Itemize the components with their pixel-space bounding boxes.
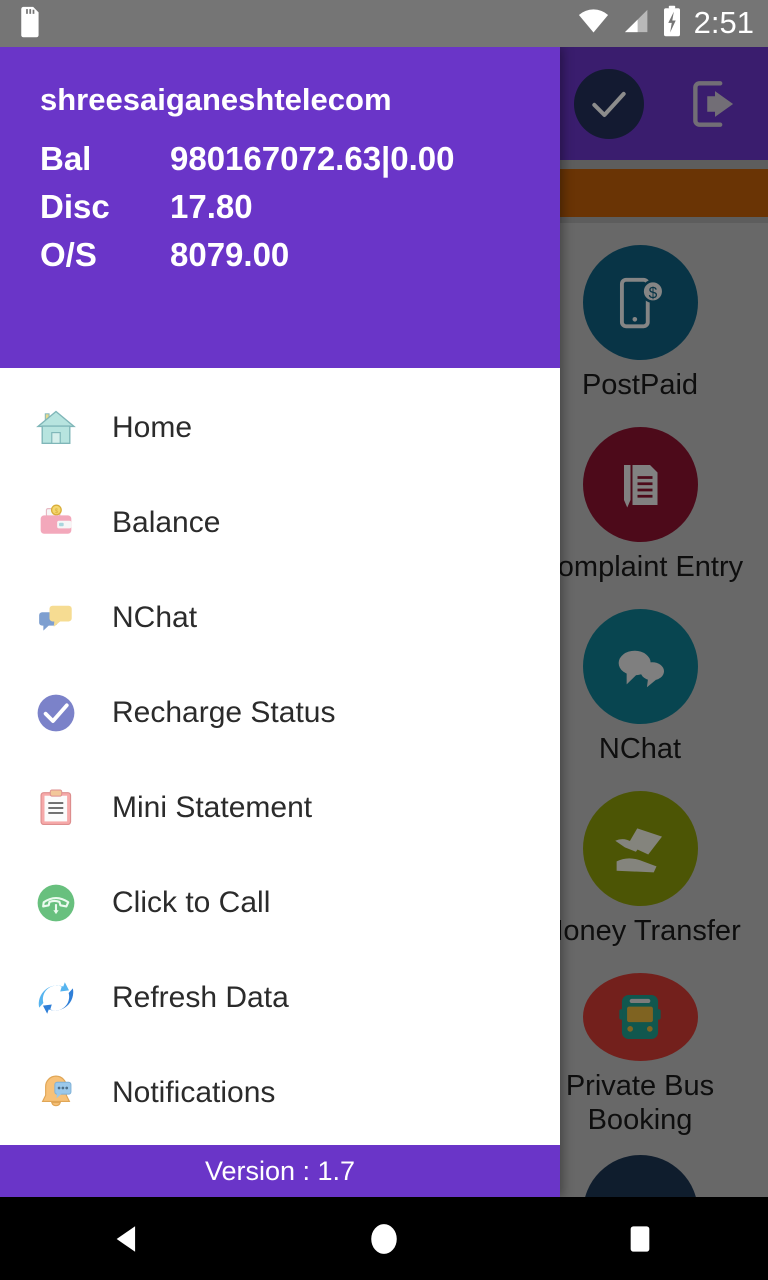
drawer-header: shreesaiganeshtelecom Bal 980167072.63|0…: [0, 47, 560, 368]
phone-screen: st 2.. $ PostPaid: [0, 0, 768, 1280]
sidebar-item-label: Recharge Status: [112, 695, 336, 729]
status-bar-clock: 2:51: [693, 5, 754, 40]
sidebar-item-label: Home: [112, 410, 193, 444]
home-circle-icon[interactable]: [324, 1197, 444, 1280]
sidebar-item-label: Click to Call: [112, 885, 271, 919]
account-name: shreesaiganeshtelecom: [40, 82, 392, 117]
navigation-drawer: shreesaiganeshtelecom Bal 980167072.63|0…: [0, 47, 560, 1197]
phone-download-icon: [32, 879, 80, 927]
sidebar-item-home[interactable]: Home: [0, 380, 560, 475]
sidebar-item-refresh-data[interactable]: Refresh Data: [0, 950, 560, 1045]
drawer-version-footer: Version : 1.7: [0, 1145, 560, 1197]
sd-card-icon: [18, 4, 44, 43]
chat-icon: [32, 594, 80, 642]
sidebar-item-mini-statement[interactable]: Mini Statement: [0, 760, 560, 855]
sidebar-item-label: Mini Statement: [112, 790, 313, 824]
discount-label: Disc: [40, 187, 110, 225]
cellular-signal-icon: [621, 7, 650, 40]
home-icon: [32, 404, 80, 452]
android-navigation-bar: [0, 1197, 768, 1280]
balance-row: Bal 980167072.63|0.00: [40, 135, 530, 183]
sidebar-item-recharge-status[interactable]: Recharge Status: [0, 665, 560, 760]
sidebar-item-label: Refresh Data: [112, 980, 289, 1014]
outstanding-row: O/S 8079.00: [40, 231, 530, 279]
recents-square-icon[interactable]: [580, 1197, 700, 1280]
sidebar-item-label: NChat: [112, 600, 198, 634]
balance-label: Bal: [40, 140, 92, 178]
status-bar: 2:51: [0, 0, 768, 47]
outstanding-label: O/S: [40, 235, 97, 273]
back-triangle-icon[interactable]: [68, 1197, 188, 1280]
drawer-menu-list: Home $ Balance NChat Recharge Status Min…: [0, 368, 560, 1145]
sidebar-item-label: Notifications: [112, 1075, 276, 1109]
bell-icon: [32, 1069, 80, 1117]
clipboard-icon: [32, 784, 80, 832]
wallet-icon: $: [32, 499, 80, 547]
sidebar-item-nchat[interactable]: NChat: [0, 570, 560, 665]
outstanding-value: 8079.00: [170, 235, 290, 273]
wifi-icon: [577, 7, 610, 40]
sidebar-item-label: Balance: [112, 505, 221, 539]
sidebar-item-balance[interactable]: $ Balance: [0, 475, 560, 570]
sidebar-item-click-to-call[interactable]: Click to Call: [0, 855, 560, 950]
refresh-icon: [32, 974, 80, 1022]
version-text: Version : 1.7: [204, 1155, 356, 1186]
check-circle-icon: [32, 689, 80, 737]
discount-row: Disc 17.80: [40, 183, 530, 231]
battery-charging-icon: [661, 5, 683, 42]
discount-value: 17.80: [170, 187, 253, 225]
sidebar-item-notifications[interactable]: Notifications: [0, 1045, 560, 1140]
balance-value: 980167072.63|0.00: [170, 140, 455, 178]
svg-text:$: $: [55, 507, 59, 514]
